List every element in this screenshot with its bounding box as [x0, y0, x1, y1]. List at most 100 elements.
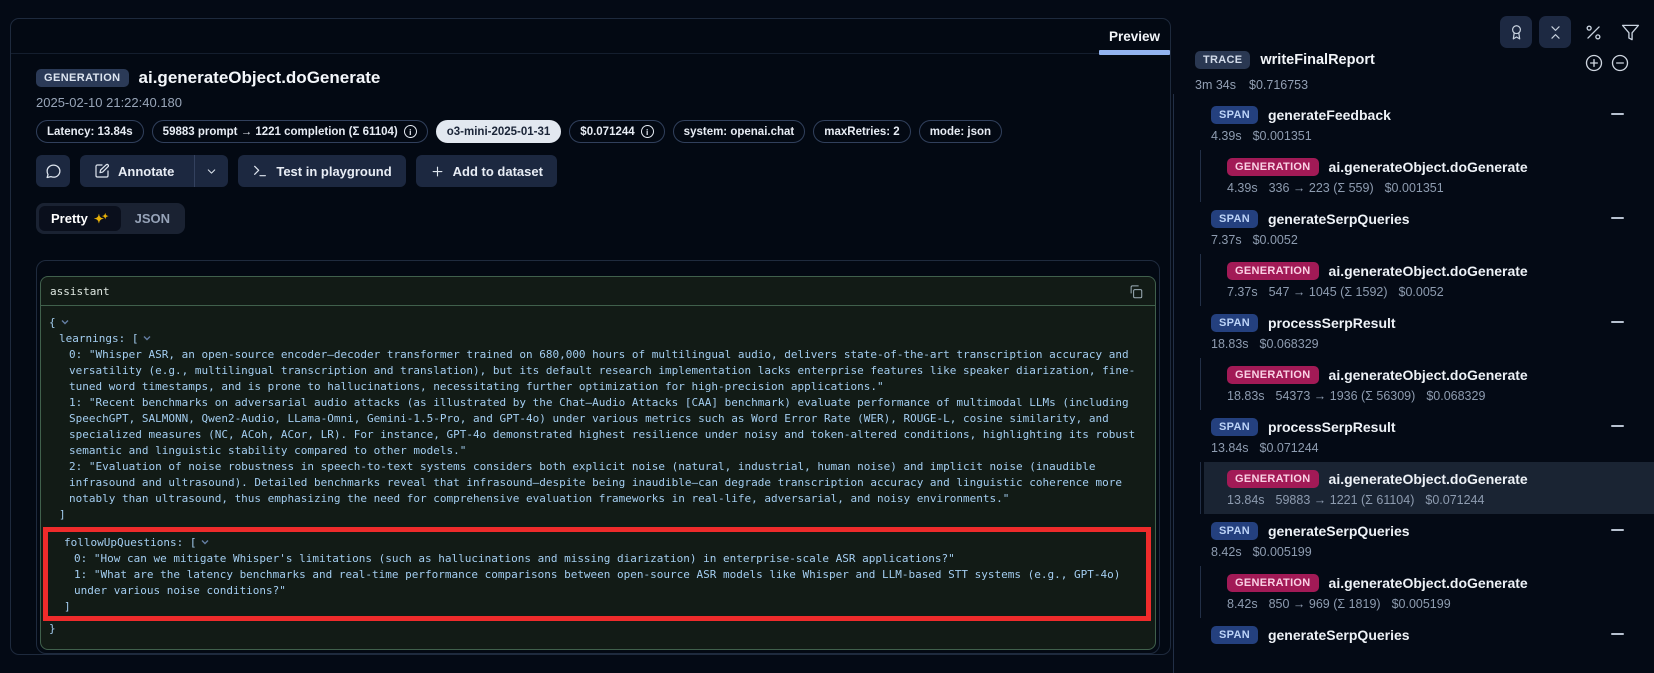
info-icon[interactable]: i	[641, 125, 654, 138]
code-text: followUpQuestions: [	[64, 536, 196, 549]
trace-tree-row[interactable]: SPANprocessSerpResult13.84s$0.071244	[1168, 410, 1654, 462]
tab-preview[interactable]: Preview	[1099, 19, 1170, 54]
annotate-label: Annotate	[118, 164, 174, 179]
observation-type-badge: SPAN	[1211, 418, 1258, 436]
code-text: 2: "Evaluation of noise robustness in sp…	[69, 460, 1129, 505]
observation-type-badge: GENERATION	[1227, 470, 1319, 488]
tab-json[interactable]: JSON	[123, 206, 182, 231]
observation-metrics: 8.42s$0.005199	[1211, 545, 1654, 560]
observation-type-badge: GENERATION	[1227, 366, 1319, 384]
collapse-row-button[interactable]	[1611, 321, 1624, 323]
trace-name: writeFinalReport	[1260, 52, 1374, 68]
collapse-chevron-icon[interactable]	[60, 317, 70, 327]
trace-tree-row[interactable]: GENERATIONai.generateObject.doGenerate13…	[1168, 462, 1654, 514]
annotation-score-button[interactable]	[1500, 16, 1532, 48]
collapse-chevron-icon[interactable]	[200, 537, 210, 547]
code-line: 2: "Evaluation of noise robustness in sp…	[49, 459, 1145, 507]
collapse-view-button[interactable]	[1539, 16, 1571, 48]
comment-button[interactable]	[36, 155, 70, 187]
observation-type-badge: SPAN	[1211, 626, 1258, 644]
badge-label: Latency: 13.84s	[47, 126, 133, 138]
observation-name: generateSerpQueries	[1268, 627, 1410, 643]
collapse-row-button[interactable]	[1611, 425, 1624, 427]
meta-badge: system: openai.chat	[673, 120, 806, 143]
pencil-square-icon	[94, 163, 110, 179]
badge-label: $0.071244	[580, 126, 634, 138]
observation-cost: $0.068329	[1260, 337, 1319, 352]
observation-type-badge: GENERATION	[1227, 262, 1319, 280]
assistant-message-header: assistant	[41, 277, 1155, 306]
badge-label: 59883 prompt → 1221 completion (Σ 61104)	[163, 126, 398, 138]
annotate-split-button: Annotate	[80, 155, 228, 187]
observation-metrics: 18.83s$0.068329	[1211, 337, 1654, 352]
test-in-playground-label: Test in playground	[276, 164, 391, 179]
observation-metrics: 18.83s54373 → 1936 (Σ 56309)$0.068329	[1227, 389, 1654, 404]
observation-duration: 8.42s	[1211, 545, 1242, 560]
filter-button[interactable]	[1615, 17, 1645, 47]
trace-duration: 3m 34s	[1195, 78, 1236, 92]
show-metrics-button[interactable]	[1578, 17, 1608, 47]
code-text: ]	[64, 600, 71, 613]
observation-name: ai.generateObject.doGenerate	[1329, 367, 1528, 383]
expand-all-button[interactable]	[1584, 53, 1604, 73]
trace-tree-row[interactable]: GENERATION ai.generateObject.doGenerate 18…	[1168, 358, 1654, 410]
observation-metrics: 13.84s59883 → 1221 (Σ 61104)$0.071244	[1227, 493, 1654, 508]
observation-type-badge: SPAN	[1211, 314, 1258, 332]
pretty-label: Pretty	[51, 211, 88, 226]
tab-pretty[interactable]: Pretty ✦✦	[39, 206, 121, 231]
info-icon[interactable]: i	[404, 125, 417, 138]
trace-tree-row[interactable]: SPANgenerateSerpQueries7.37s$0.0052	[1168, 202, 1654, 254]
observation-metrics: 8.42s850 → 969 (Σ 1819)$0.005199	[1227, 597, 1654, 612]
metadata-badges-row: Latency: 13.84s 59883 prompt → 1221 compl…	[36, 120, 1158, 143]
observation-metrics: 4.39s336 → 223 (Σ 559)$0.001351	[1227, 181, 1654, 196]
observation-name: ai.generateObject.doGenerate	[1329, 263, 1528, 279]
sidebar-toolbar	[1500, 16, 1645, 48]
trace-root-row[interactable]: TRACE writeFinalReport	[1195, 51, 1375, 69]
trace-tree-row[interactable]: GENERATION ai.generateObject.doGenerate 7.…	[1168, 254, 1654, 306]
observation-duration: 7.37s	[1227, 285, 1258, 300]
observation-cost: $0.0052	[1399, 285, 1444, 300]
observation-name: ai.generateObject.doGenerate	[1329, 575, 1528, 591]
collapse-row-button[interactable]	[1611, 529, 1624, 531]
annotate-dropdown-button[interactable]	[194, 155, 228, 187]
observation-duration: 7.37s	[1211, 233, 1242, 248]
add-to-dataset-button[interactable]: Add to dataset	[416, 155, 557, 187]
code-text: {	[49, 316, 56, 329]
annotate-button[interactable]: Annotate	[80, 155, 186, 187]
collapse-chevron-icon[interactable]	[142, 333, 152, 343]
observation-cost: $0.071244	[1260, 441, 1319, 456]
code-text: learnings: [	[59, 332, 138, 345]
observation-cost: $0.001351	[1385, 181, 1444, 196]
copy-icon[interactable]	[1128, 284, 1143, 299]
meta-badge: $0.071244 i	[569, 120, 664, 143]
collapse-all-button[interactable]	[1610, 53, 1630, 73]
trace-tree-row[interactable]: SPAN generateSerpQueries	[1168, 618, 1654, 651]
test-in-playground-button[interactable]: Test in playground	[238, 155, 405, 187]
token-usage: 59883 → 1221 (Σ 61104)	[1276, 493, 1415, 508]
observation-name: generateSerpQueries	[1268, 211, 1410, 227]
code-line: }	[49, 621, 1145, 637]
meta-badge: 59883 prompt → 1221 completion (Σ 61104)…	[152, 120, 428, 143]
code-text: ]	[59, 508, 66, 521]
add-to-dataset-label: Add to dataset	[453, 164, 543, 179]
observation-timestamp: 2025-02-10 21:22:40.180	[36, 95, 1158, 111]
trace-tree-row[interactable]: SPANgenerateSerpQueries8.42s$0.005199	[1168, 514, 1654, 566]
trace-tree-row[interactable]: GENERATIONai.generateObject.doGenerate4.…	[1168, 150, 1654, 202]
observation-type-badge: SPAN	[1211, 210, 1258, 228]
trace-tree-row[interactable]: GENERATION ai.generateObject.doGenerate 8.…	[1168, 566, 1654, 618]
page-title: ai.generateObject.doGenerate	[139, 68, 381, 88]
code-line: {	[49, 315, 1145, 331]
observation-metrics: 7.37s547 → 1045 (Σ 1592)$0.0052	[1227, 285, 1654, 300]
collapse-row-button[interactable]	[1611, 633, 1624, 635]
assistant-message-box: assistant {learnings: [0: "Whisper ASR, …	[40, 276, 1156, 650]
trace-tree-row[interactable]: SPANprocessSerpResult18.83s$0.068329	[1168, 306, 1654, 358]
observation-type-badge: SPAN	[1211, 106, 1258, 124]
collapse-row-button[interactable]	[1611, 217, 1624, 219]
code-text: 0: "How can we mitigate Whisper's limita…	[74, 552, 955, 565]
trace-tree-row[interactable]: SPANgenerateFeedback4.39s$0.001351	[1168, 98, 1654, 150]
collapse-row-button[interactable]	[1611, 113, 1624, 115]
code-line: 0: "How can we mitigate Whisper's limita…	[54, 551, 1140, 567]
observation-duration: 4.39s	[1227, 181, 1258, 196]
code-line: 1: "What are the latency benchmarks and …	[54, 567, 1140, 599]
observation-type-badge: GENERATION	[1227, 574, 1319, 592]
